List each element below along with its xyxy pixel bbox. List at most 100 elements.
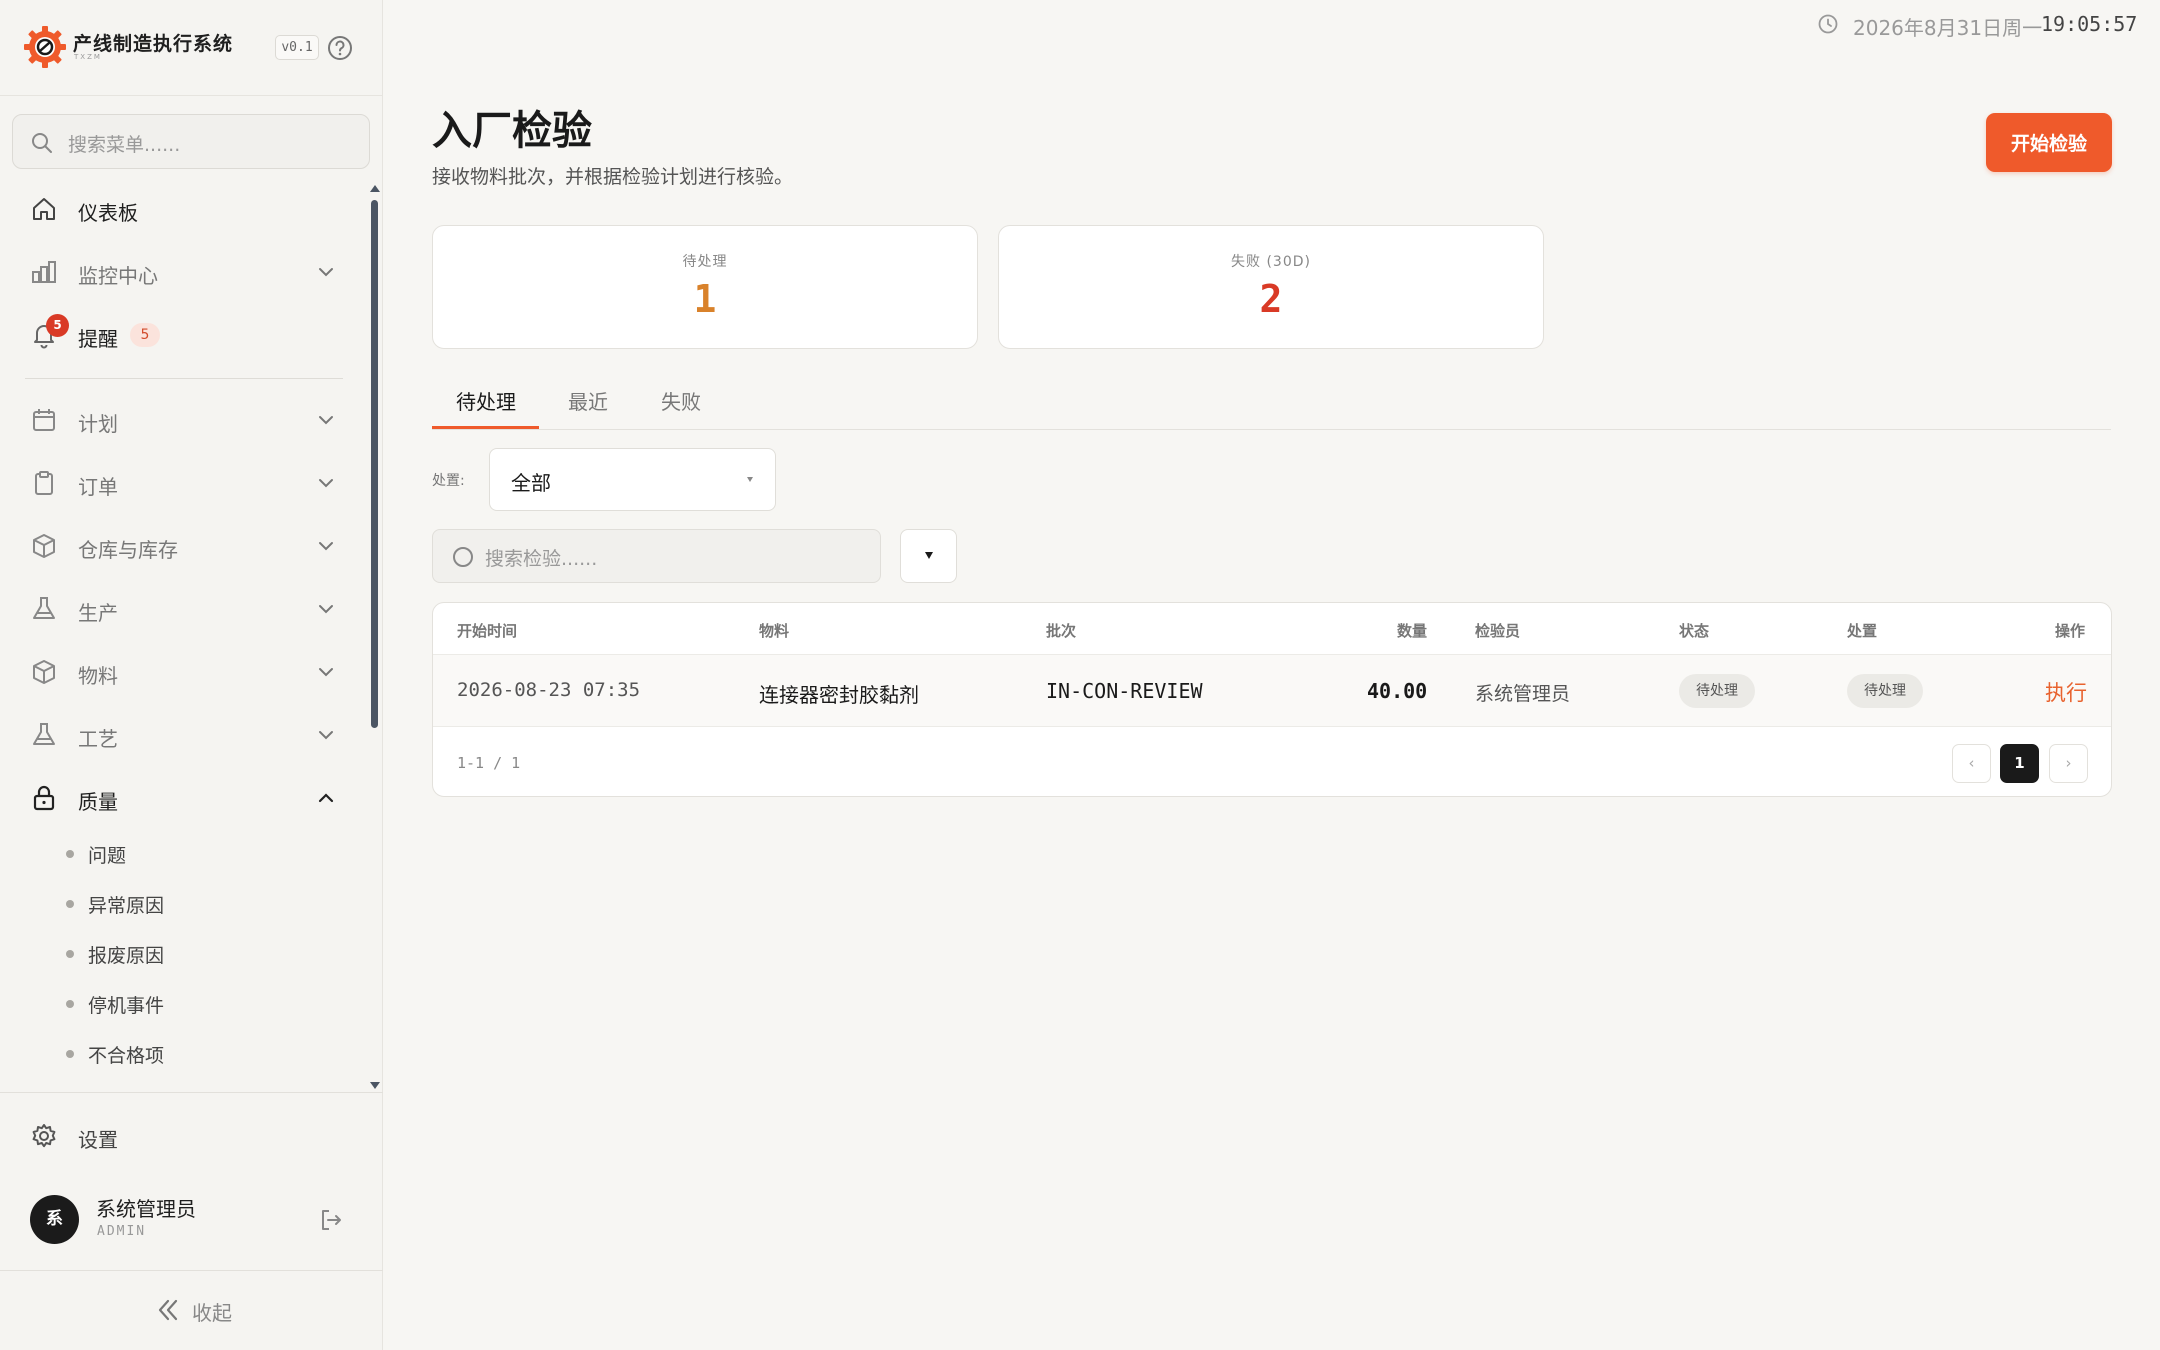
avatar[interactable]: 系 [30, 1195, 79, 1244]
stat-label: 待处理 [682, 254, 728, 270]
current-time: 19:05:57 [2041, 12, 2138, 36]
search-circle-icon [453, 547, 473, 567]
menu-search-input[interactable]: 搜索菜单...... [12, 114, 370, 169]
sidebar-divider [0, 1092, 383, 1093]
sidebar-item-quality[interactable]: 质量 [20, 772, 350, 824]
tab-failed[interactable]: 失败 [661, 386, 701, 415]
search-options-dropdown-button[interactable] [900, 529, 957, 583]
search-icon [32, 133, 52, 153]
sidebar-subitem-label: 问题 [88, 845, 127, 867]
pagination-next-button[interactable]: › [2049, 744, 2088, 783]
disposition-select[interactable]: 全部 [489, 448, 776, 511]
pagination-prev-button[interactable]: ‹ [1952, 744, 1991, 783]
sidebar-item-orders[interactable]: 订单 [20, 457, 350, 509]
chevron-down-icon [319, 605, 333, 614]
sidebar-subitem-issues[interactable]: 问题 [66, 833, 316, 873]
user-profile: 系 系统管理员 ADMIN [0, 1180, 383, 1270]
sidebar-divider [0, 1270, 383, 1271]
sidebar-item-label: 仪表板 [78, 201, 138, 225]
inspection-table: 开始时间 物料 批次 数量 检验员 状态 处置 操作 2026-08-23 07… [432, 602, 2112, 797]
execute-action-link[interactable]: 执行 [2045, 677, 2087, 707]
scroll-up-arrow[interactable] [370, 185, 380, 192]
cell-batch: IN-CON-REVIEW [1046, 679, 1203, 703]
column-header-disposition[interactable]: 处置 [1847, 620, 1877, 641]
box-icon [33, 660, 55, 684]
stat-card-failed: 失败 (30D) 2 [998, 225, 1544, 349]
caret-down-icon [925, 552, 933, 559]
box-icon [33, 534, 55, 558]
sidebar-subitem-label: 异常原因 [88, 895, 165, 917]
alerts-count-pill: 5 [130, 323, 160, 347]
pagination-range: 1-1 / 1 [457, 754, 521, 772]
stat-card-pending: 待处理 1 [432, 225, 978, 349]
sidebar: 产线制造执行系统 TXZM v0.1 搜索菜单...... 仪表板 监控中心 5… [0, 0, 383, 1350]
sidebar-subitem-downtime-events[interactable]: 停机事件 [66, 983, 316, 1023]
start-inspection-button[interactable]: 开始检验 [1986, 113, 2112, 172]
double-chevron-left-icon [158, 1299, 178, 1321]
inspection-search-input[interactable]: 搜索检验...... [432, 529, 881, 583]
select-value: 全部 [511, 471, 551, 495]
brand-header: 产线制造执行系统 TXZM v0.1 [0, 0, 383, 96]
chevron-down-icon [319, 416, 333, 425]
sidebar-scrollbar-thumb[interactable] [371, 200, 378, 728]
datetime-display: 2026年8月31日周一 19:05:57 [1817, 10, 2147, 40]
sidebar-item-label: 物料 [78, 664, 118, 688]
sidebar-item-monitoring[interactable]: 监控中心 [20, 246, 350, 298]
gear-logo-icon [24, 26, 66, 68]
tab-pending[interactable]: 待处理 [456, 386, 516, 415]
sidebar-item-label: 工艺 [78, 727, 118, 751]
chevron-down-icon [319, 731, 333, 740]
alerts-badge: 5 [46, 314, 69, 337]
sidebar-item-label: 订单 [78, 475, 118, 499]
stat-value: 1 [693, 277, 717, 321]
page-title: 入厂检验 [432, 108, 592, 154]
logout-icon[interactable] [318, 1207, 344, 1233]
bullet-dot [66, 1050, 74, 1058]
sidebar-subitem-nonconformance[interactable]: 不合格项 [66, 1033, 316, 1073]
disposition-filter-label: 处置: [432, 473, 465, 489]
clipboard-icon [35, 471, 53, 495]
help-icon[interactable] [327, 35, 353, 61]
sidebar-subitem-scrap-causes[interactable]: 报废原因 [66, 933, 316, 973]
column-header-quantity[interactable]: 数量 [1397, 620, 1427, 641]
caret-down-icon [747, 477, 753, 482]
sidebar-item-warehouse[interactable]: 仓库与库存 [20, 520, 350, 572]
cell-inspector: 系统管理员 [1475, 683, 1571, 705]
sidebar-item-dashboard[interactable]: 仪表板 [20, 183, 350, 235]
tab-recent[interactable]: 最近 [568, 386, 608, 415]
sidebar-item-label: 计划 [78, 412, 118, 436]
scroll-down-arrow[interactable] [370, 1082, 380, 1089]
menu-search-placeholder: 搜索菜单...... [68, 134, 181, 156]
sidebar-item-alerts[interactable]: 5 提醒 5 [20, 309, 350, 361]
column-header-start-time[interactable]: 开始时间 [457, 620, 517, 641]
bullet-dot [66, 1000, 74, 1008]
sidebar-item-plan[interactable]: 计划 [20, 394, 350, 446]
sidebar-item-production[interactable]: 生产 [20, 583, 350, 635]
sidebar-subitem-anomaly-causes[interactable]: 异常原因 [66, 883, 316, 923]
sidebar-item-process[interactable]: 工艺 [20, 709, 350, 761]
column-header-status[interactable]: 状态 [1679, 620, 1709, 641]
disposition-badge: 待处理 [1847, 674, 1923, 708]
calendar-icon [33, 409, 55, 431]
flask-icon [33, 723, 55, 745]
sidebar-nav: 仪表板 监控中心 5 提醒 5 计划 订单 仓库与库存 生产 物料 工艺 质量 … [0, 180, 383, 1090]
column-header-inspector[interactable]: 检验员 [1475, 620, 1520, 641]
brand-subtitle: TXZM [74, 53, 102, 61]
sidebar-item-label: 设置 [78, 1128, 118, 1152]
bullet-dot [66, 950, 74, 958]
sidebar-item-settings[interactable]: 设置 [20, 1110, 350, 1162]
table-row[interactable]: 2026-08-23 07:35 连接器密封胶黏剂 IN-CON-REVIEW … [433, 655, 2111, 727]
cell-material: 连接器密封胶黏剂 [759, 683, 919, 707]
bullet-dot [66, 900, 74, 908]
bar-chart-icon [32, 261, 56, 283]
sidebar-item-label: 提醒 [78, 327, 118, 351]
column-header-material[interactable]: 物料 [759, 620, 789, 641]
column-header-batch[interactable]: 批次 [1046, 620, 1076, 641]
sidebar-item-materials[interactable]: 物料 [20, 646, 350, 698]
sidebar-item-label: 仓库与库存 [78, 538, 178, 562]
sidebar-divider [25, 378, 343, 379]
stat-value: 2 [1259, 277, 1283, 321]
collapse-label: 收起 [192, 1301, 232, 1325]
pagination-page-1[interactable]: 1 [2000, 744, 2039, 783]
collapse-sidebar-button[interactable]: 收起 [150, 1292, 270, 1328]
